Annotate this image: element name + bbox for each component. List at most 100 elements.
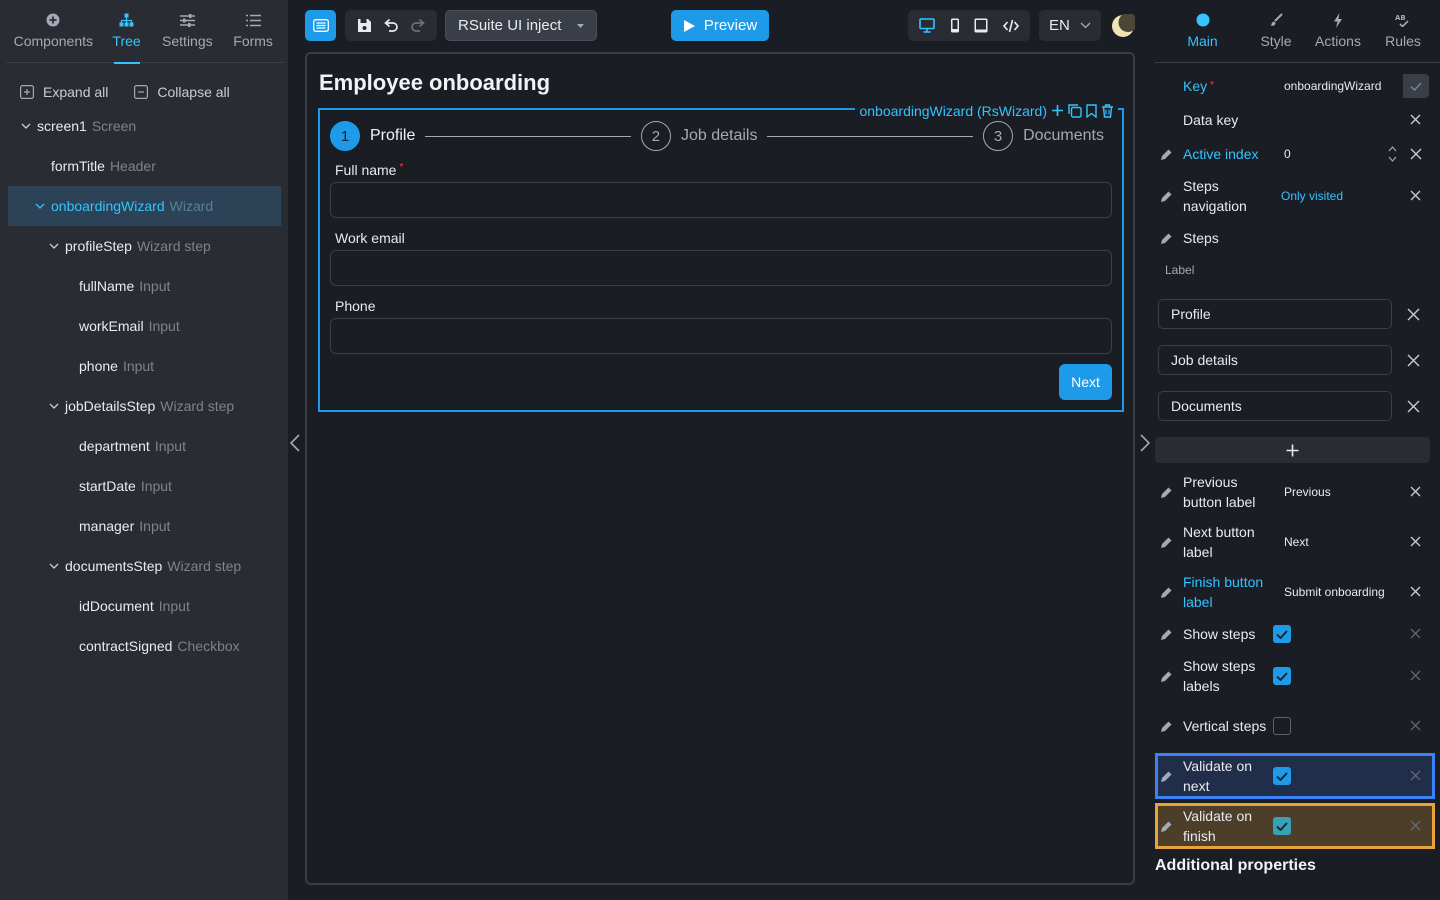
tablet-icon[interactable] bbox=[974, 18, 988, 33]
chevron-down-icon[interactable] bbox=[49, 403, 59, 409]
tab-tree[interactable]: Tree bbox=[101, 0, 153, 64]
form-title[interactable]: Employee onboarding bbox=[319, 70, 550, 96]
data-key-input[interactable] bbox=[1273, 108, 1429, 132]
copy-icon[interactable] bbox=[1068, 103, 1082, 118]
tree-node-workEmail[interactable]: workEmail Input bbox=[8, 306, 281, 346]
pencil-icon[interactable] bbox=[1155, 770, 1183, 783]
tree-node-idDocument[interactable]: idDocument Input bbox=[8, 586, 281, 626]
collapse-right-panel-icon[interactable] bbox=[1139, 433, 1151, 453]
finish-button-label-input[interactable]: Submit onboarding bbox=[1273, 580, 1429, 604]
clear-icon[interactable] bbox=[1410, 670, 1421, 681]
tab-settings[interactable]: Settings bbox=[152, 0, 222, 63]
chevron-down-icon[interactable] bbox=[49, 243, 59, 249]
tree-node-screen1[interactable]: screen1 Screen bbox=[8, 106, 281, 146]
tab-rules[interactable]: AB Rules bbox=[1374, 0, 1432, 63]
pencil-icon[interactable] bbox=[1155, 148, 1183, 161]
next-button[interactable]: Next bbox=[1059, 364, 1112, 400]
delete-icon[interactable] bbox=[1101, 103, 1114, 118]
tree-node-profileStep[interactable]: profileStep Wizard step bbox=[8, 226, 281, 266]
expand-all-button[interactable]: Expand all bbox=[20, 84, 108, 100]
tree-node-jobDetailsStep[interactable]: jobDetailsStep Wizard step bbox=[8, 386, 281, 426]
pencil-icon[interactable] bbox=[1155, 232, 1183, 245]
wizard-step-job-details[interactable]: 2 Job details bbox=[640, 121, 757, 151]
tab-actions[interactable]: Actions bbox=[1302, 0, 1374, 63]
remove-step-icon[interactable] bbox=[1407, 308, 1420, 321]
add-icon[interactable] bbox=[1051, 104, 1064, 117]
code-icon[interactable] bbox=[1002, 19, 1019, 33]
step-item-input[interactable]: Documents bbox=[1158, 391, 1392, 421]
step-item-input[interactable]: Profile bbox=[1158, 299, 1392, 329]
tab-main[interactable]: Main bbox=[1155, 0, 1250, 63]
tab-components[interactable]: Components bbox=[6, 0, 101, 63]
pencil-icon[interactable] bbox=[1155, 190, 1183, 203]
clear-icon[interactable] bbox=[1410, 190, 1421, 201]
pencil-icon[interactable] bbox=[1155, 820, 1183, 833]
clear-icon[interactable] bbox=[1410, 586, 1421, 597]
vertical-steps-checkbox[interactable] bbox=[1273, 717, 1291, 735]
clear-icon[interactable] bbox=[1410, 536, 1421, 547]
tree-node-contractSigned[interactable]: contractSigned Checkbox bbox=[8, 626, 281, 666]
remove-step-icon[interactable] bbox=[1407, 400, 1420, 413]
clear-icon[interactable] bbox=[1410, 628, 1421, 639]
validate-on-next-checkbox[interactable] bbox=[1273, 767, 1291, 785]
stepper-arrows-icon[interactable] bbox=[1388, 145, 1397, 163]
collapse-all-button[interactable]: Collapse all bbox=[134, 84, 230, 100]
phone-input[interactable] bbox=[330, 318, 1112, 354]
steps-navigation-select[interactable]: Only visited bbox=[1273, 184, 1429, 208]
pencil-icon[interactable] bbox=[1155, 536, 1183, 549]
theme-select[interactable]: RSuite UI inject bbox=[445, 10, 597, 41]
pencil-icon[interactable] bbox=[1155, 670, 1183, 683]
tree-node-department[interactable]: department Input bbox=[8, 426, 281, 466]
chevron-down-icon[interactable] bbox=[35, 203, 45, 209]
clear-icon[interactable] bbox=[1410, 486, 1421, 497]
undo-icon[interactable] bbox=[383, 18, 399, 34]
mobile-icon[interactable] bbox=[950, 18, 960, 33]
show-steps-checkbox[interactable] bbox=[1273, 625, 1291, 643]
tree-node-fullName[interactable]: fullName Input bbox=[8, 266, 281, 306]
additional-properties-heading[interactable]: Additional properties bbox=[1155, 857, 1316, 875]
tree-node-documentsStep[interactable]: documentsStep Wizard step bbox=[8, 546, 281, 586]
tab-style[interactable]: Style bbox=[1250, 0, 1302, 63]
tree-node-manager[interactable]: manager Input bbox=[8, 506, 281, 546]
pencil-icon[interactable] bbox=[1155, 586, 1183, 599]
clear-icon[interactable] bbox=[1410, 770, 1421, 781]
clear-icon[interactable] bbox=[1410, 720, 1421, 731]
wizard-step-profile[interactable]: 1 Profile bbox=[330, 121, 415, 151]
previous-button-label-input[interactable]: Previous bbox=[1273, 480, 1429, 504]
pencil-icon[interactable] bbox=[1155, 486, 1183, 499]
full-name-input[interactable] bbox=[330, 182, 1112, 218]
wizard-step-documents[interactable]: 3 Documents bbox=[983, 121, 1104, 151]
clear-icon[interactable] bbox=[1410, 820, 1421, 831]
add-step-button[interactable] bbox=[1155, 437, 1430, 463]
tree-node-formTitle[interactable]: formTitle Header bbox=[8, 146, 281, 186]
dark-mode-toggle[interactable] bbox=[1109, 10, 1137, 41]
redo-icon[interactable] bbox=[410, 18, 426, 34]
tree-node-startDate[interactable]: startDate Input bbox=[8, 466, 281, 506]
next-button-label-input[interactable]: Next bbox=[1273, 530, 1429, 554]
language-select[interactable]: EN bbox=[1039, 10, 1101, 41]
pencil-icon[interactable] bbox=[1155, 628, 1183, 641]
work-email-input[interactable] bbox=[330, 250, 1112, 286]
chevron-down-icon[interactable] bbox=[21, 123, 31, 129]
preview-button[interactable]: Preview bbox=[671, 10, 769, 41]
key-input[interactable]: onboardingWizard bbox=[1273, 74, 1403, 98]
save-icon[interactable] bbox=[357, 18, 372, 33]
desktop-icon[interactable] bbox=[919, 18, 936, 33]
clear-icon[interactable] bbox=[1410, 148, 1422, 160]
show-steps-labels-checkbox[interactable] bbox=[1273, 667, 1291, 685]
menu-button[interactable] bbox=[305, 10, 336, 41]
pencil-icon[interactable] bbox=[1155, 720, 1183, 733]
chevron-down-icon[interactable] bbox=[49, 563, 59, 569]
collapse-left-panel-icon[interactable] bbox=[289, 433, 301, 453]
confirm-key-button[interactable] bbox=[1403, 74, 1429, 98]
wizard-component[interactable]: onboardingWizard (RsWizard) 1 Profile 2 bbox=[318, 102, 1124, 412]
step-item-input[interactable]: Job details bbox=[1158, 345, 1392, 375]
active-index-input[interactable]: 0 bbox=[1273, 142, 1401, 166]
tree-node-onboardingWizard[interactable]: onboardingWizard Wizard bbox=[8, 186, 281, 226]
tree-node-phone[interactable]: phone Input bbox=[8, 346, 281, 386]
remove-step-icon[interactable] bbox=[1407, 354, 1420, 367]
validate-on-finish-checkbox[interactable] bbox=[1273, 817, 1291, 835]
tab-forms[interactable]: Forms bbox=[222, 0, 284, 63]
bookmark-icon[interactable] bbox=[1086, 103, 1097, 118]
clear-icon[interactable] bbox=[1410, 114, 1421, 125]
